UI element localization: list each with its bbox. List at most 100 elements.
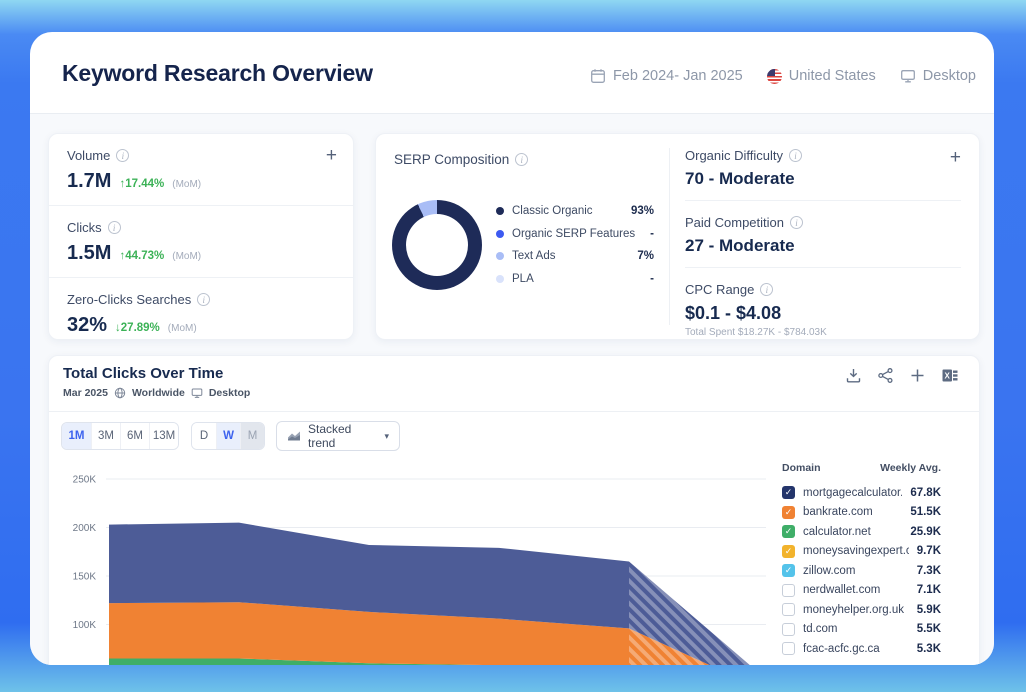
serp-legend-item: Classic Organic93% <box>496 200 654 223</box>
dashboard-card: Keyword Research Overview Feb 2024- Jan … <box>30 32 994 665</box>
domain-legend-row[interactable]: td.com5.5K <box>782 620 941 640</box>
share-icon[interactable] <box>877 367 894 384</box>
y-axis-tick-label: 100K <box>73 620 97 631</box>
domain-label: mortgagecalculator.org <box>803 487 902 499</box>
domain-label: fcac-acfc.gc.ca <box>803 643 909 655</box>
header-controls: Feb 2024- Jan 2025 United States Desktop <box>590 68 976 84</box>
weekly-avg-value: 7.3K <box>917 565 941 577</box>
domain-checkbox[interactable]: ✓ <box>782 545 795 558</box>
info-icon[interactable]: i <box>108 221 121 234</box>
paid-competition-row: Paid Competitioni 27 - Moderate <box>685 200 961 267</box>
zero-clicks-change: ↓27.89% <box>115 322 160 334</box>
domain-checkbox[interactable] <box>782 584 795 597</box>
desktop-monitor-icon <box>900 68 916 84</box>
weekly-avg-value: 67.8K <box>910 487 941 499</box>
granularity-m-button[interactable]: M <box>240 423 264 449</box>
zero-clicks-label: Zero-Clicks Searches <box>67 292 191 307</box>
vertical-divider <box>669 148 670 325</box>
svg-text:X: X <box>945 371 951 380</box>
domain-legend-row[interactable]: ✓ calculator.net 25.9K <box>782 522 941 542</box>
weekly-avg-value: 7.1K <box>917 584 941 596</box>
domain-checkbox[interactable]: ✓ <box>782 486 795 499</box>
legend-dot-icon <box>496 230 504 238</box>
domain-checkbox[interactable] <box>782 642 795 655</box>
domain-checkbox[interactable]: ✓ <box>782 564 795 577</box>
chart-header-divider <box>49 411 979 412</box>
weekly-avg-value: 51.5K <box>910 506 941 518</box>
range-13m-button[interactable]: 13M <box>149 423 178 449</box>
legend-header: Domain Weekly Avg. <box>782 462 941 474</box>
serp-slice-value: 93% <box>631 205 654 217</box>
organic-difficulty-row: Organic Difficultyi 70 - Moderate + <box>685 134 961 200</box>
y-axis-tick-label: 250K <box>73 475 97 486</box>
serp-slice-label: Text Ads <box>512 250 629 262</box>
domain-legend-row[interactable]: ✓ moneysavingexpert.com 9.7K <box>782 542 941 562</box>
domain-checkbox[interactable]: ✓ <box>782 525 795 538</box>
domain-legend: Domain Weekly Avg. ✓ mortgagecalculator.o… <box>782 462 941 659</box>
domain-label: moneyhelper.org.uk <box>803 604 909 616</box>
clicks-over-time-card: Total Clicks Over Time Mar 2025 Worldwid… <box>48 355 980 665</box>
paid-competition-label: Paid Competition <box>685 215 784 230</box>
country-selector[interactable]: United States <box>767 68 876 84</box>
serp-difficulty-card: SERP Compositioni Classic Organic93%Orga… <box>375 133 980 340</box>
info-icon[interactable]: i <box>790 216 803 229</box>
weekly-avg-value: 9.7K <box>917 545 941 557</box>
domain-checkbox[interactable] <box>782 603 795 616</box>
domain-checkbox[interactable] <box>782 623 795 636</box>
domain-legend-row[interactable]: ✓ zillow.com 7.3K <box>782 561 941 581</box>
info-icon[interactable]: i <box>116 149 129 162</box>
volume-row: Volumei 1.7M ↑17.44% (MoM) + <box>49 134 353 205</box>
organic-difficulty-value: 70 - Moderate <box>685 169 961 189</box>
legend-dot-icon <box>496 207 504 215</box>
y-axis-tick-label: 150K <box>73 572 97 583</box>
difficulty-pane: Organic Difficultyi 70 - Moderate + Paid… <box>685 134 961 339</box>
stats-card: Volumei 1.7M ↑17.44% (MoM) + Clicksi 1.5… <box>48 133 354 340</box>
serp-slice-value: - <box>650 228 654 240</box>
granularity-w-button[interactable]: W <box>216 423 240 449</box>
domain-legend-row[interactable]: moneyhelper.org.uk5.9K <box>782 600 941 620</box>
desktop-monitor-icon <box>191 387 203 399</box>
domain-legend-row[interactable]: fcac-acfc.gc.ca5.3K <box>782 639 941 659</box>
globe-icon <box>114 387 126 399</box>
info-icon[interactable]: i <box>789 149 802 162</box>
weekly-avg-value: 25.9K <box>910 526 941 538</box>
chart-view-dropdown[interactable]: Stacked trend ▾ <box>276 421 400 451</box>
legend-rows: ✓ mortgagecalculator.org 67.8K ✓ bankrate.co… <box>782 483 941 659</box>
info-icon[interactable]: i <box>515 153 528 166</box>
device-label: Desktop <box>923 68 976 84</box>
info-icon[interactable]: i <box>760 283 773 296</box>
domain-legend-row[interactable]: ✓ bankrate.com 51.5K <box>782 503 941 523</box>
domain-label: calculator.net <box>803 526 902 538</box>
domain-label: moneysavingexpert.com <box>803 545 909 557</box>
domain-label: bankrate.com <box>803 506 902 518</box>
volume-value: 1.7M <box>67 170 111 193</box>
domain-checkbox[interactable]: ✓ <box>782 506 795 519</box>
total-spent-note: Total Spent $18.27K - $784.03K <box>685 327 961 338</box>
caret-down-icon: ▾ <box>384 431 389 442</box>
range-6m-button[interactable]: 6M <box>120 423 149 449</box>
device-selector[interactable]: Desktop <box>900 68 976 84</box>
plus-icon[interactable] <box>909 367 926 384</box>
volume-label: Volume <box>67 148 110 163</box>
domain-label: zillow.com <box>803 565 909 577</box>
granularity-d-button[interactable]: D <box>192 423 216 449</box>
weekly-avg-value: 5.5K <box>917 623 941 635</box>
excel-export-icon[interactable]: X <box>941 367 959 384</box>
add-to-list-button[interactable]: + <box>326 146 337 165</box>
download-icon[interactable] <box>845 367 862 384</box>
cpc-range-label: CPC Range <box>685 282 754 297</box>
zero-clicks-row: Zero-Clicks Searchesi 32% ↓27.89% (MoM) <box>49 277 353 349</box>
y-axis-tick-label: 200K <box>73 523 97 534</box>
zero-clicks-mom-label: (MoM) <box>168 323 197 334</box>
range-1m-button[interactable]: 1M <box>62 423 91 449</box>
range-3m-button[interactable]: 3M <box>91 423 120 449</box>
serp-slice-label: PLA <box>512 273 642 285</box>
add-to-list-button[interactable]: + <box>950 148 961 167</box>
domain-legend-row[interactable]: nerdwallet.com7.1K <box>782 581 941 601</box>
info-icon[interactable]: i <box>197 293 210 306</box>
date-range-selector[interactable]: Feb 2024- Jan 2025 <box>590 68 743 84</box>
cpc-range-value: $0.1 - $4.08 <box>685 303 961 324</box>
time-range-button-group: 1M3M6M13M <box>61 422 179 450</box>
page-title: Keyword Research Overview <box>62 60 373 87</box>
domain-legend-row[interactable]: ✓ mortgagecalculator.org 67.8K <box>782 483 941 503</box>
